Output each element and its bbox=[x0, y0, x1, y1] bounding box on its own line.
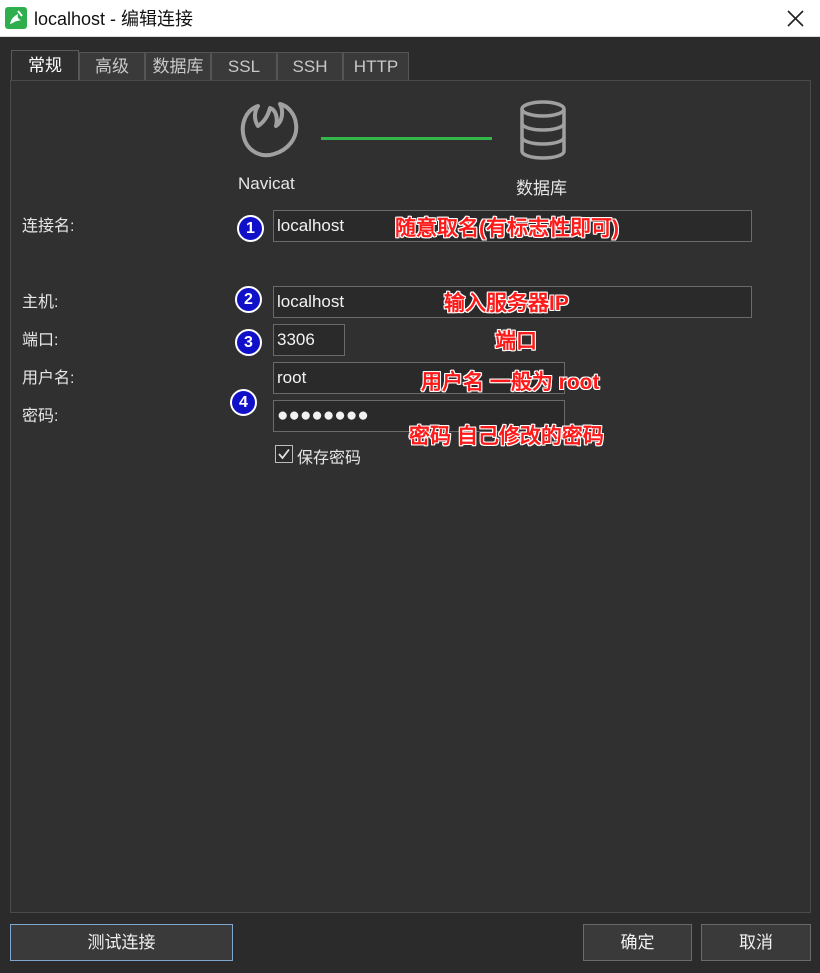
tab-http[interactable]: HTTP bbox=[343, 52, 409, 81]
tab-databases[interactable]: 数据库 bbox=[145, 52, 211, 81]
password-label: 密码: bbox=[22, 408, 59, 425]
ok-button[interactable]: 确定 bbox=[583, 924, 692, 961]
test-connection-button[interactable]: 测试连接 bbox=[10, 924, 233, 961]
title-bar: localhost - 编辑连接 bbox=[0, 0, 820, 37]
tab-ssl[interactable]: SSL bbox=[211, 52, 277, 81]
tab-general[interactable]: 常规 bbox=[11, 50, 79, 81]
checkmark-icon bbox=[278, 448, 290, 460]
close-button[interactable] bbox=[778, 0, 814, 37]
navicat-logo-icon bbox=[240, 102, 299, 158]
connection-line bbox=[321, 137, 492, 140]
annotation-note-password: 密码 自己修改的密码 bbox=[409, 425, 604, 448]
navicat-label: Navicat bbox=[238, 174, 295, 193]
close-icon bbox=[787, 10, 804, 27]
connection-name-label: 连接名: bbox=[22, 218, 75, 235]
annotation-badge-2: 2 bbox=[235, 286, 262, 313]
database-label: 数据库 bbox=[516, 179, 567, 198]
database-icon bbox=[520, 100, 566, 160]
annotation-note-host: 输入服务器IP bbox=[444, 292, 569, 315]
navicat-app-icon bbox=[5, 7, 27, 29]
general-panel bbox=[10, 80, 811, 913]
annotation-note-connection-name: 随意取名(有标志性即可) bbox=[395, 217, 619, 240]
annotation-badge-3: 3 bbox=[235, 329, 262, 356]
save-password-label[interactable]: 保存密码 bbox=[297, 444, 361, 468]
host-label: 主机: bbox=[22, 294, 59, 311]
tab-ssh[interactable]: SSH bbox=[277, 52, 343, 81]
annotation-badge-4: 4 bbox=[230, 389, 257, 416]
window-title: localhost - 编辑连接 bbox=[34, 9, 194, 29]
annotation-badge-1: 1 bbox=[237, 215, 264, 242]
tab-advanced[interactable]: 高级 bbox=[79, 52, 145, 81]
username-label: 用户名: bbox=[22, 370, 75, 387]
cancel-button[interactable]: 取消 bbox=[701, 924, 811, 961]
annotation-note-port: 端口 bbox=[495, 330, 537, 353]
port-input[interactable]: 3306 bbox=[273, 324, 345, 356]
annotation-note-username: 用户名 一般为 root bbox=[421, 371, 600, 394]
save-password-checkbox[interactable] bbox=[275, 445, 293, 463]
port-label: 端口: bbox=[22, 332, 59, 349]
